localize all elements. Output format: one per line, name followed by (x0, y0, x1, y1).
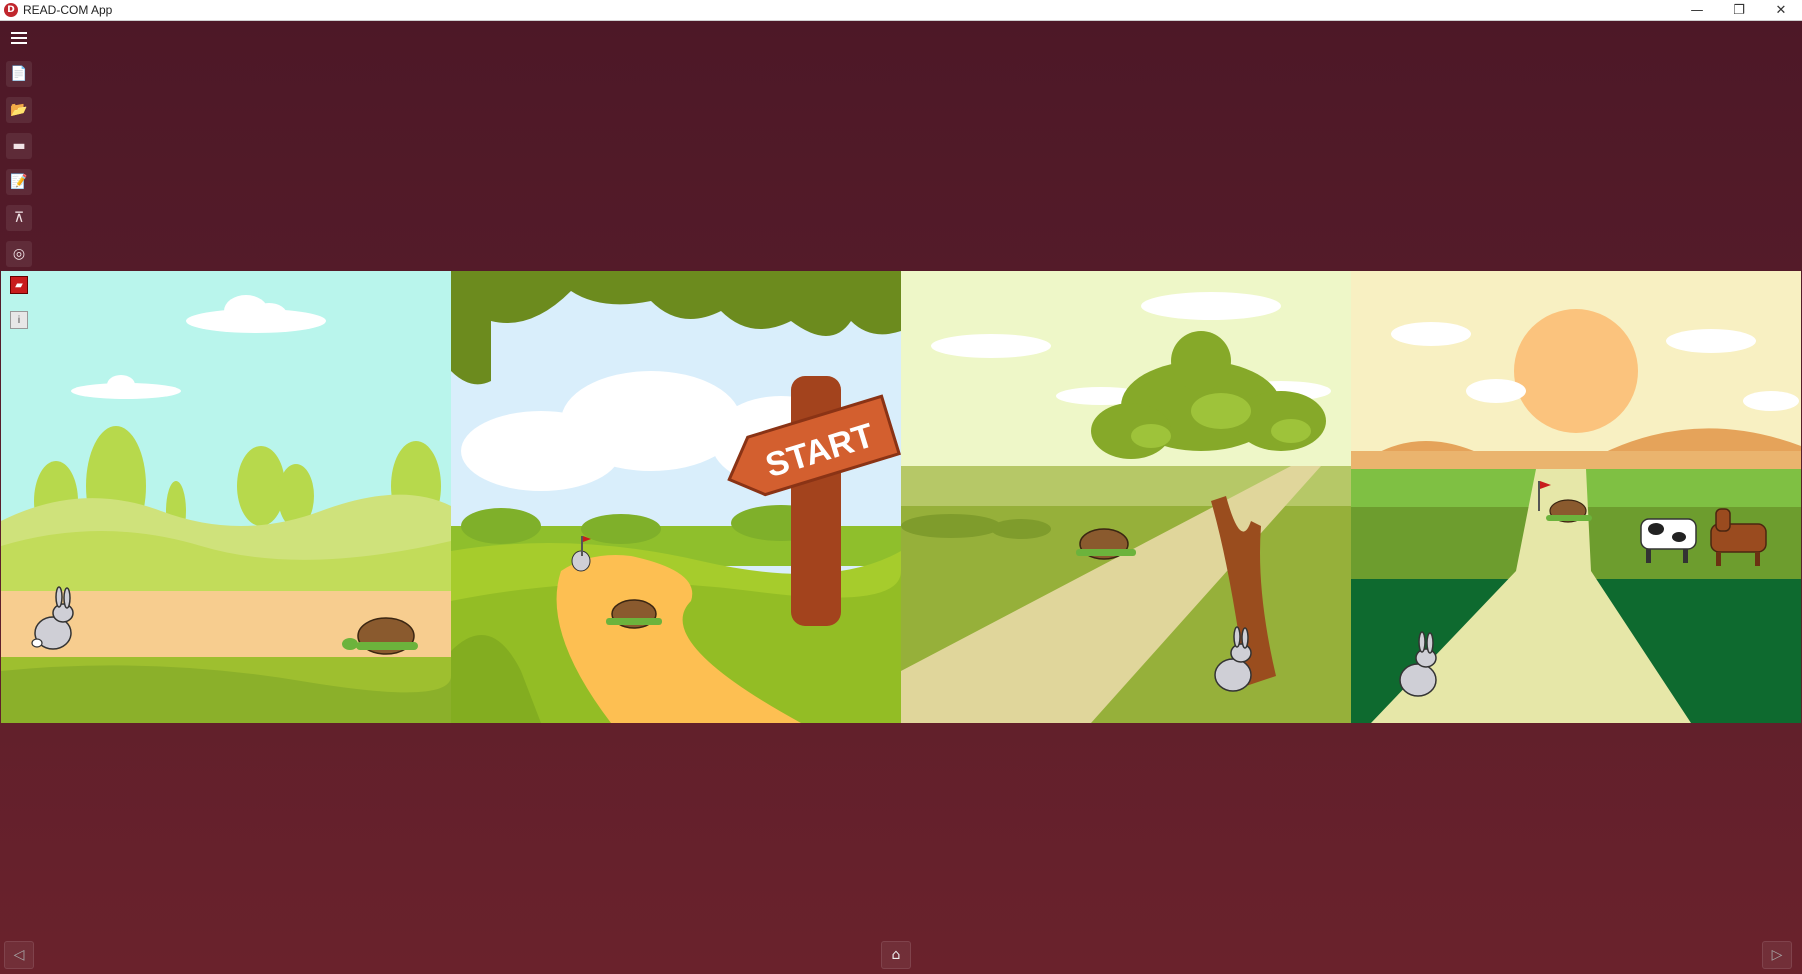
restore-button[interactable]: ❐ (1718, 0, 1760, 20)
home-button[interactable]: ⌂ (881, 941, 911, 969)
title-bar: D READ-COM App — ❐ ✕ (0, 0, 1802, 21)
panel-finish[interactable] (1351, 271, 1801, 723)
previous-button[interactable]: ◁ (4, 941, 34, 969)
panel-start[interactable]: START (451, 271, 901, 723)
info-icon[interactable]: i (10, 311, 28, 329)
meadow-scene-image (1, 271, 451, 723)
next-button[interactable]: ▷ (1762, 941, 1792, 969)
window-title: READ-COM App (23, 3, 113, 17)
app-logo-icon: D (4, 3, 18, 17)
hamburger-menu-icon[interactable] (6, 25, 32, 51)
panel-tree[interactable] (901, 271, 1351, 723)
open-folder-icon[interactable]: 📂 (6, 97, 32, 123)
minimize-button[interactable]: — (1676, 0, 1718, 20)
settings-icon[interactable]: ◎ (6, 241, 32, 267)
start-scene-image: START (451, 271, 901, 723)
main-area: 📄 📂 ▬ 📝 ⊼ ◎ ▰ i START ◁ ⌂ ▷ (0, 21, 1802, 974)
flag-icon[interactable]: ▰ (10, 276, 28, 294)
panel-meadow[interactable]: ▰ i (1, 271, 451, 723)
eraser-icon[interactable]: ▬ (6, 133, 32, 159)
edit-notes-icon[interactable]: 📝 (6, 169, 32, 195)
finish-scene-image (1351, 271, 1801, 723)
close-button[interactable]: ✕ (1760, 0, 1802, 20)
story-strip: ▰ i START (1, 271, 1801, 723)
tree-scene-image (901, 271, 1351, 723)
hierarchy-icon[interactable]: ⊼ (6, 205, 32, 231)
window-controls: — ❐ ✕ (1676, 0, 1802, 20)
new-document-icon[interactable]: 📄 (6, 61, 32, 87)
